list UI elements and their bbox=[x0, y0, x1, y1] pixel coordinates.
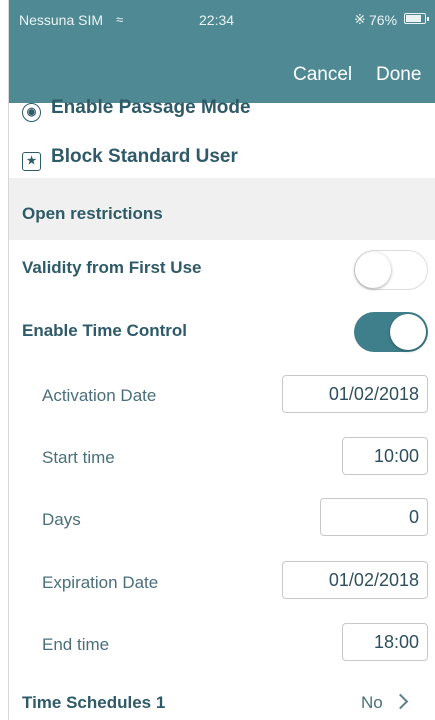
start-time-field[interactable]: 10:00 bbox=[342, 437, 428, 475]
app-screen: Nessuna SIM ≈ 22:34 ※ 76% Cancel Done ◉ E… bbox=[8, 0, 435, 720]
block-standard-user-label: Block Standard User bbox=[51, 146, 238, 167]
navigation-header: Nessuna SIM ≈ 22:34 ※ 76% Cancel Done bbox=[9, 0, 435, 103]
validity-label: Validity from First Use bbox=[22, 258, 202, 277]
block-standard-user-button[interactable]: ★ Block Standard User bbox=[22, 146, 238, 171]
time-control-label: Enable Time Control bbox=[22, 321, 187, 340]
battery-percent: 76% bbox=[369, 12, 398, 28]
section-title: Open restrictions bbox=[22, 204, 163, 223]
validity-toggle[interactable] bbox=[354, 250, 428, 290]
clock: 22:34 bbox=[199, 12, 235, 28]
expiration-date-label: Expiration Date bbox=[42, 573, 159, 592]
cancel-button[interactable]: Cancel bbox=[293, 64, 352, 86]
time-control-toggle[interactable] bbox=[354, 312, 428, 352]
done-button[interactable]: Done bbox=[376, 64, 421, 86]
enable-passage-mode-label: Enable Passage Mode bbox=[51, 97, 251, 118]
carrier-label: Nessuna SIM bbox=[19, 12, 104, 28]
bluetooth-icon: ※ bbox=[354, 11, 366, 27]
battery-icon bbox=[404, 13, 429, 24]
lock-icon: ◉ bbox=[22, 103, 41, 122]
days-field[interactable]: 0 bbox=[320, 498, 428, 536]
toggle-knob bbox=[355, 252, 391, 288]
end-time-field[interactable]: 18:00 bbox=[342, 623, 428, 661]
section-header: Open restrictions bbox=[9, 178, 435, 240]
activation-date-field[interactable]: 01/02/2018 bbox=[282, 375, 428, 413]
enable-passage-mode-button[interactable]: ◉ Enable Passage Mode bbox=[22, 97, 251, 122]
time-schedules-value: No bbox=[361, 693, 383, 712]
activation-date-label: Activation Date bbox=[42, 386, 157, 405]
status-bar: Nessuna SIM ≈ 22:34 ※ 76% bbox=[9, 0, 435, 38]
start-time-label: Start time bbox=[42, 448, 115, 467]
chevron-right-icon bbox=[392, 693, 409, 710]
expiration-date-field[interactable]: 01/02/2018 bbox=[282, 561, 428, 599]
star-tag-icon: ★ bbox=[22, 152, 41, 171]
days-label: Days bbox=[42, 510, 81, 529]
time-schedules-label: Time Schedules 1 bbox=[22, 693, 166, 712]
wifi-icon: ≈ bbox=[116, 12, 124, 27]
toggle-knob bbox=[390, 314, 426, 350]
time-schedules-selector[interactable]: No bbox=[361, 693, 409, 713]
end-time-label: End time bbox=[42, 635, 110, 654]
